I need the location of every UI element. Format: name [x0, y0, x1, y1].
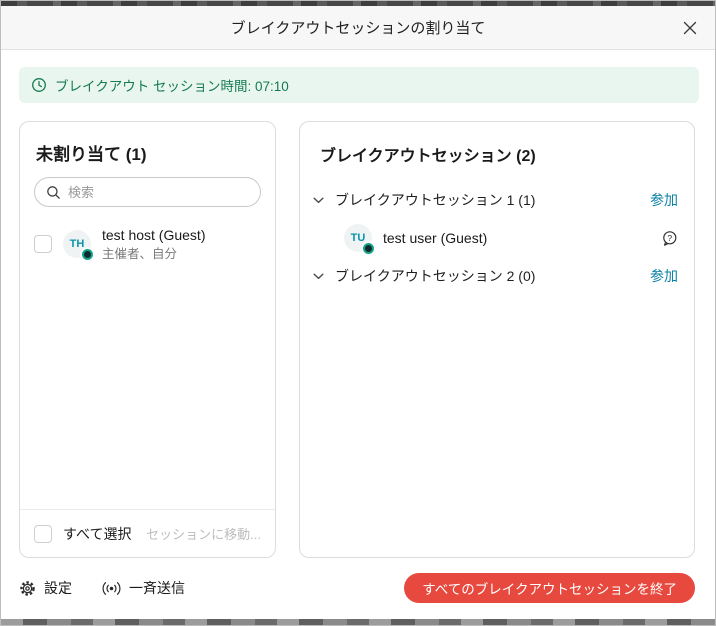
dialog-title: ブレイクアウトセッションの割り当て — [231, 17, 486, 38]
end-all-sessions-button[interactable]: すべてのブレイクアウトセッションを終了 — [404, 573, 695, 603]
background-window-strip-bottom — [1, 619, 715, 625]
settings-label: 設定 — [44, 578, 72, 598]
broadcast-icon — [102, 581, 121, 596]
chevron-down-icon[interactable] — [313, 273, 324, 280]
join-session-2-link[interactable]: 参加 — [650, 266, 678, 286]
sessions-title: ブレイクアウトセッション (2) — [320, 142, 674, 166]
session-label: ブレイクアウトセッション 1 (1) — [335, 190, 535, 210]
help-bubble-icon: ? — [661, 230, 678, 247]
session-row-2[interactable]: ブレイクアウトセッション 2 (0) 参加 — [300, 258, 694, 294]
session-label: ブレイクアウトセッション 2 (0) — [335, 266, 535, 286]
avatar-initials: TU — [351, 232, 366, 244]
unassigned-member-row[interactable]: TH test host (Guest) 主催者、自分 — [20, 213, 275, 275]
member-name: test host (Guest) — [102, 226, 205, 244]
member-text: test host (Guest) 主催者、自分 — [102, 226, 205, 262]
search-input[interactable] — [68, 185, 249, 200]
chevron-down-icon[interactable] — [313, 197, 324, 204]
unassigned-panel: 未割り当て (1) TH test host (Guest) 主催者、自分 — [19, 121, 276, 558]
breakout-assignment-dialog: ブレイクアウトセッションの割り当て ブレイクアウト セッション時間: 07:10… — [0, 0, 716, 626]
search-box[interactable] — [34, 177, 261, 207]
content-panels: 未割り当て (1) TH test host (Guest) 主催者、自分 — [19, 121, 695, 558]
sessions-panel: ブレイクアウトセッション (2) ブレイクアウトセッション 1 (1) 参加 T… — [299, 121, 695, 558]
session-timer-banner: ブレイクアウト セッション時間: 07:10 — [19, 67, 699, 103]
session-row-1[interactable]: ブレイクアウトセッション 1 (1) 参加 — [300, 182, 694, 218]
close-icon — [683, 21, 697, 35]
svg-text:?: ? — [667, 232, 672, 242]
dialog-titlebar: ブレイクアウトセッションの割り当て — [1, 6, 715, 50]
clock-icon — [31, 77, 47, 93]
dialog-footer: 設定 一斉送信 すべてのブレイクアウトセッションを終了 — [19, 572, 695, 604]
select-all-label: すべて選択 — [63, 524, 131, 544]
unassigned-title: 未割り当て (1) — [36, 140, 259, 165]
broadcast-label: 一斉送信 — [129, 578, 185, 598]
unassigned-panel-footer: すべて選択 セッションに移動... — [20, 509, 275, 557]
member-subtitle: 主催者、自分 — [102, 246, 205, 262]
member-name: test user (Guest) — [383, 230, 487, 246]
search-icon — [46, 185, 61, 200]
settings-button[interactable]: 設定 — [19, 578, 72, 598]
move-to-session-button[interactable]: セッションに移動... — [146, 524, 261, 543]
help-request-button[interactable]: ? — [661, 230, 678, 247]
avatar: TH — [63, 230, 91, 258]
join-session-1-link[interactable]: 参加 — [650, 190, 678, 210]
member-status-icon — [82, 249, 93, 260]
avatar: TU — [344, 224, 372, 252]
broadcast-button[interactable]: 一斉送信 — [102, 578, 185, 598]
select-all-checkbox[interactable] — [34, 525, 52, 543]
session-member-row[interactable]: TU test user (Guest) ? — [300, 218, 694, 258]
avatar-initials: TH — [70, 238, 85, 250]
member-checkbox[interactable] — [34, 235, 52, 253]
close-button[interactable] — [678, 16, 702, 40]
session-timer-text: ブレイクアウト セッション時間: 07:10 — [55, 75, 289, 95]
gear-icon — [19, 580, 36, 597]
member-status-icon — [363, 243, 374, 254]
